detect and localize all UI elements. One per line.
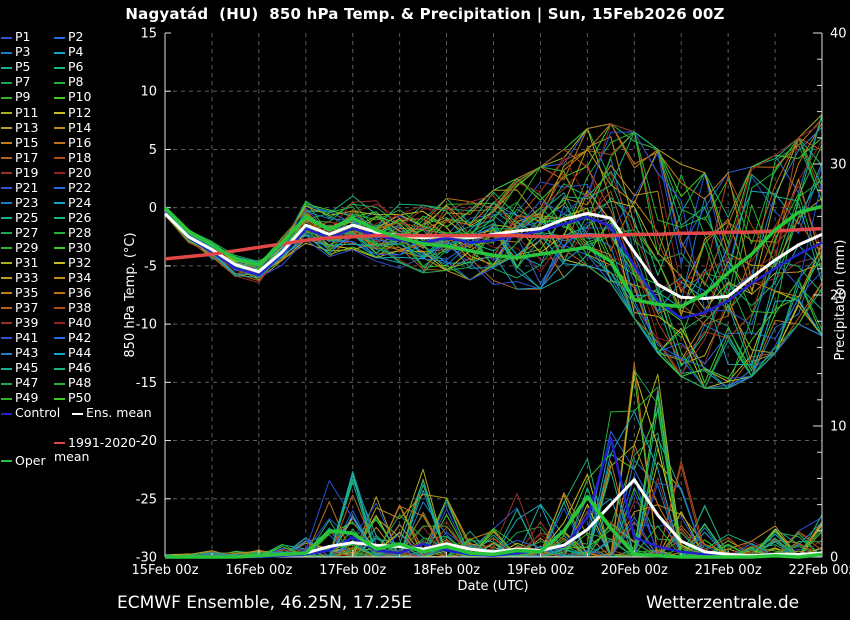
date-tick-label: 17Feb 00z bbox=[319, 563, 386, 578]
date-tick-label: 18Feb 00z bbox=[413, 563, 480, 578]
date-tick-label: 21Feb 00z bbox=[695, 563, 762, 578]
footer-model-info: ECMWF Ensemble, 46.25N, 17.25E bbox=[117, 593, 412, 613]
x-axis-title: Date (UTC) bbox=[457, 579, 528, 594]
date-tick-label: 19Feb 00z bbox=[507, 563, 574, 578]
temp-tick-label: 15 bbox=[140, 27, 157, 42]
precip-tick-label: 40 bbox=[830, 27, 847, 42]
date-tick-label: 15Feb 00z bbox=[131, 563, 198, 578]
date-tick-label: 22Feb 00z bbox=[788, 563, 850, 578]
precip-tick-label: 30 bbox=[830, 158, 847, 173]
temp-tick-label: -10 bbox=[136, 318, 157, 333]
precip-tick-label: 20 bbox=[830, 289, 847, 304]
temp-tick-label: 5 bbox=[149, 143, 157, 158]
temp-tick-label: -20 bbox=[136, 434, 157, 449]
temp-tick-label: -15 bbox=[136, 376, 157, 391]
ensemble-chart-page: Nagyatád (HU) 850 hPa Temp. & Precipitat… bbox=[0, 0, 850, 620]
chart-canvas: 850 hPa Temp. (°C) Precipitation (mm) Da… bbox=[0, 0, 850, 620]
temp-tick-label: -25 bbox=[136, 492, 157, 507]
date-tick-label: 16Feb 00z bbox=[225, 563, 292, 578]
date-tick-label: 20Feb 00z bbox=[601, 563, 668, 578]
y-axis-title-left: 850 hPa Temp. (°C) bbox=[123, 232, 138, 357]
precip-tick-label: 10 bbox=[830, 420, 847, 435]
temp-tick-label: -5 bbox=[144, 259, 157, 274]
temp-tick-label: 0 bbox=[149, 201, 157, 216]
footer-brand: Wetterzentrale.de bbox=[646, 593, 799, 613]
temp-tick-label: 10 bbox=[140, 85, 157, 100]
